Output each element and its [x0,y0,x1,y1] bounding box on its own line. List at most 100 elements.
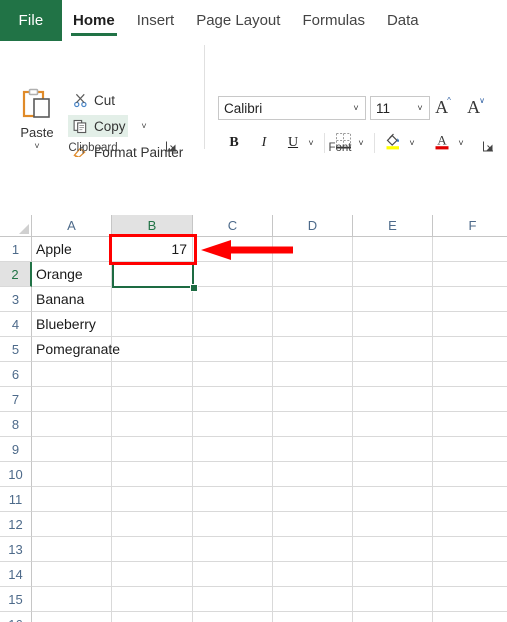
tab-page-layout[interactable]: Page Layout [185,0,291,41]
row-header-3[interactable]: 3 [0,287,32,312]
cell-b1[interactable]: 17 [112,237,193,262]
column-header-f[interactable]: F [433,215,507,237]
cell-b11[interactable] [112,487,193,512]
decrease-font-size-button[interactable]: A ∨ [463,94,489,120]
cell-c16[interactable] [193,612,273,622]
cell-d5[interactable] [273,337,353,362]
font-color-dropdown-caret[interactable]: ˅ [453,131,469,155]
cell-b3[interactable] [112,287,193,312]
cell-e1[interactable] [353,237,433,262]
row-header-7[interactable]: 7 [0,387,32,412]
cell-a6[interactable] [32,362,112,387]
cell-b7[interactable] [112,387,193,412]
cell-d8[interactable] [273,412,353,437]
cell-a11[interactable] [32,487,112,512]
cell-d3[interactable] [273,287,353,312]
chevron-down-icon[interactable]: ˅ [347,103,365,113]
row-header-16[interactable]: 16 [0,612,32,622]
cell-c2[interactable] [193,262,273,287]
cell-c13[interactable] [193,537,273,562]
cell-f16[interactable] [433,612,507,622]
row-header-10[interactable]: 10 [0,462,32,487]
cell-f3[interactable] [433,287,507,312]
cell-e10[interactable] [353,462,433,487]
bold-button[interactable]: B [222,131,246,155]
cell-a14[interactable] [32,562,112,587]
tab-home[interactable]: Home [62,0,126,41]
cell-a5[interactable]: Pomegranate [32,337,120,362]
cell-d11[interactable] [273,487,353,512]
cell-e4[interactable] [353,312,433,337]
cell-b14[interactable] [112,562,193,587]
cell-d1[interactable] [273,237,353,262]
cell-a3[interactable]: Banana [32,287,112,312]
font-size-select[interactable]: 11 ˅ [370,96,430,120]
clipboard-dialog-launcher[interactable] [165,140,178,153]
font-color-button[interactable]: A [430,131,454,155]
cell-f8[interactable] [433,412,507,437]
cell-d9[interactable] [273,437,353,462]
column-header-a[interactable]: A [32,215,112,237]
cell-a7[interactable] [32,387,112,412]
cell-c9[interactable] [193,437,273,462]
row-header-14[interactable]: 14 [0,562,32,587]
cell-a12[interactable] [32,512,112,537]
cell-a8[interactable] [32,412,112,437]
cell-e6[interactable] [353,362,433,387]
cell-c3[interactable] [193,287,273,312]
select-all-button[interactable] [0,215,32,237]
cell-d12[interactable] [273,512,353,537]
cell-e15[interactable] [353,587,433,612]
tab-insert[interactable]: Insert [126,0,186,41]
cell-b15[interactable] [112,587,193,612]
cell-b6[interactable] [112,362,193,387]
cut-button[interactable]: Cut [68,89,115,111]
cell-a9[interactable] [32,437,112,462]
cell-d15[interactable] [273,587,353,612]
cell-b9[interactable] [112,437,193,462]
cell-f13[interactable] [433,537,507,562]
cell-a13[interactable] [32,537,112,562]
italic-button[interactable]: I [252,131,276,155]
cell-e2[interactable] [353,262,433,287]
fill-color-dropdown-caret[interactable]: ˅ [404,131,420,155]
tab-data[interactable]: Data [376,0,430,41]
cell-f12[interactable] [433,512,507,537]
cell-a10[interactable] [32,462,112,487]
cell-f15[interactable] [433,587,507,612]
cell-b5[interactable] [112,337,193,362]
cell-c11[interactable] [193,487,273,512]
cell-d16[interactable] [273,612,353,622]
cell-d4[interactable] [273,312,353,337]
increase-font-size-button[interactable]: A ^ [430,94,456,120]
spreadsheet-grid[interactable]: ABCDEF 12345678910111213141516 Apple17Or… [0,215,507,622]
row-header-9[interactable]: 9 [0,437,32,462]
cell-e11[interactable] [353,487,433,512]
cell-c8[interactable] [193,412,273,437]
cell-c12[interactable] [193,512,273,537]
cell-d7[interactable] [273,387,353,412]
cell-d13[interactable] [273,537,353,562]
cell-f14[interactable] [433,562,507,587]
cell-e13[interactable] [353,537,433,562]
cell-e7[interactable] [353,387,433,412]
chevron-down-icon[interactable]: ˅ [411,103,429,113]
cell-f10[interactable] [433,462,507,487]
cell-a15[interactable] [32,587,112,612]
row-header-13[interactable]: 13 [0,537,32,562]
cell-c14[interactable] [193,562,273,587]
cell-f1[interactable] [433,237,507,262]
cell-f6[interactable] [433,362,507,387]
cell-b2[interactable] [112,262,193,287]
tab-file[interactable]: File [0,0,62,41]
row-header-8[interactable]: 8 [0,412,32,437]
cell-f7[interactable] [433,387,507,412]
cell-f9[interactable] [433,437,507,462]
cell-f2[interactable] [433,262,507,287]
cell-c1[interactable] [193,237,273,262]
cell-e14[interactable] [353,562,433,587]
cell-d14[interactable] [273,562,353,587]
row-header-15[interactable]: 15 [0,587,32,612]
column-header-b[interactable]: B [112,215,193,237]
cell-a2[interactable]: Orange [32,262,112,287]
